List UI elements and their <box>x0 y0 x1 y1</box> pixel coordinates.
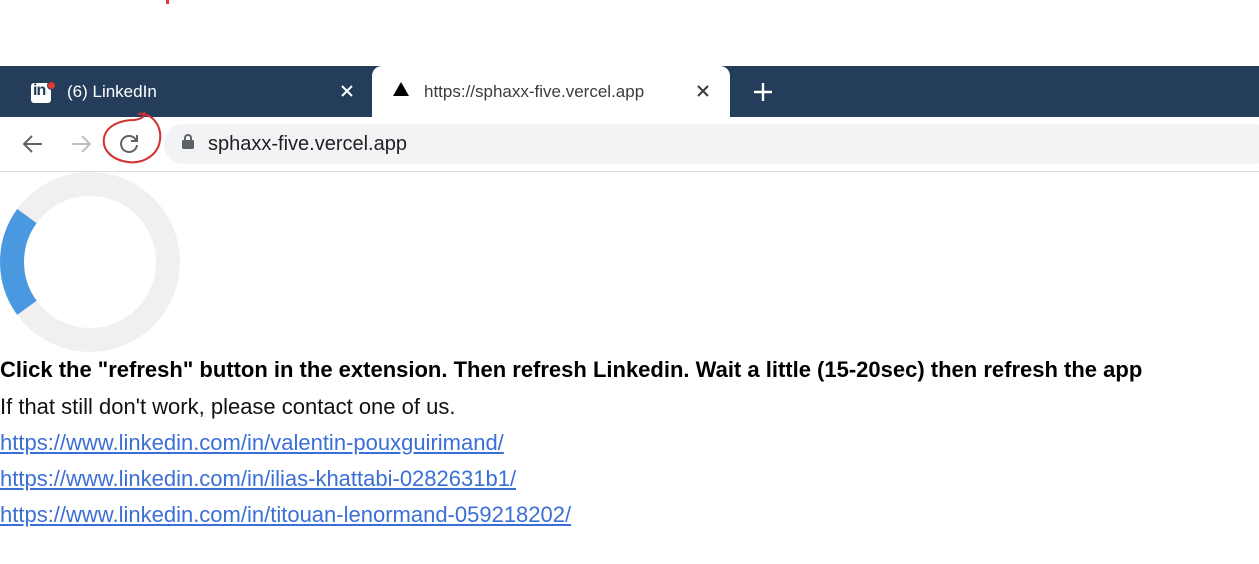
tab-linkedin[interactable]: in (6) LinkedIn <box>0 66 372 117</box>
page-top-blank <box>0 0 1259 66</box>
loading-spinner <box>0 172 180 352</box>
contact-link-valentin[interactable]: https://www.linkedin.com/in/valentin-pou… <box>0 430 504 456</box>
lock-icon[interactable] <box>182 134 194 154</box>
close-icon[interactable] <box>334 78 360 104</box>
address-bar[interactable]: sphaxx-five.vercel.app <box>164 124 1259 164</box>
vercel-triangle-icon <box>392 81 410 102</box>
tab-sphaxx[interactable]: https://sphaxx-five.vercel.app <box>372 66 730 117</box>
reload-button[interactable] <box>112 127 146 161</box>
linkedin-icon: in <box>31 80 56 103</box>
tab-title: (6) LinkedIn <box>67 81 157 101</box>
fallback-text: If that still don't work, please contact… <box>0 394 456 419</box>
new-tab-button[interactable] <box>748 78 778 106</box>
arrow-right-icon <box>72 135 92 153</box>
back-button[interactable] <box>16 127 50 161</box>
browser-toolbar: sphaxx-five.vercel.app <box>0 117 1259 172</box>
contact-link-titouan[interactable]: https://www.linkedin.com/in/titouan-leno… <box>0 502 571 528</box>
plus-icon <box>754 83 772 101</box>
red-annotation-mark <box>166 0 169 4</box>
reload-icon <box>120 135 138 153</box>
instruction-text: Click the "refresh" button in the extens… <box>0 357 1143 382</box>
tab-title: https://sphaxx-five.vercel.app <box>424 81 645 101</box>
spinner-track <box>0 172 180 352</box>
tab-strip: in (6) LinkedIn https://sphaxx-five.verc… <box>0 66 1259 117</box>
address-text[interactable]: sphaxx-five.vercel.app <box>208 133 407 156</box>
arrow-left-icon <box>22 135 42 153</box>
close-icon[interactable] <box>690 78 716 104</box>
forward-button[interactable] <box>64 127 98 161</box>
contact-link-ilias[interactable]: https://www.linkedin.com/in/ilias-khatta… <box>0 466 516 492</box>
